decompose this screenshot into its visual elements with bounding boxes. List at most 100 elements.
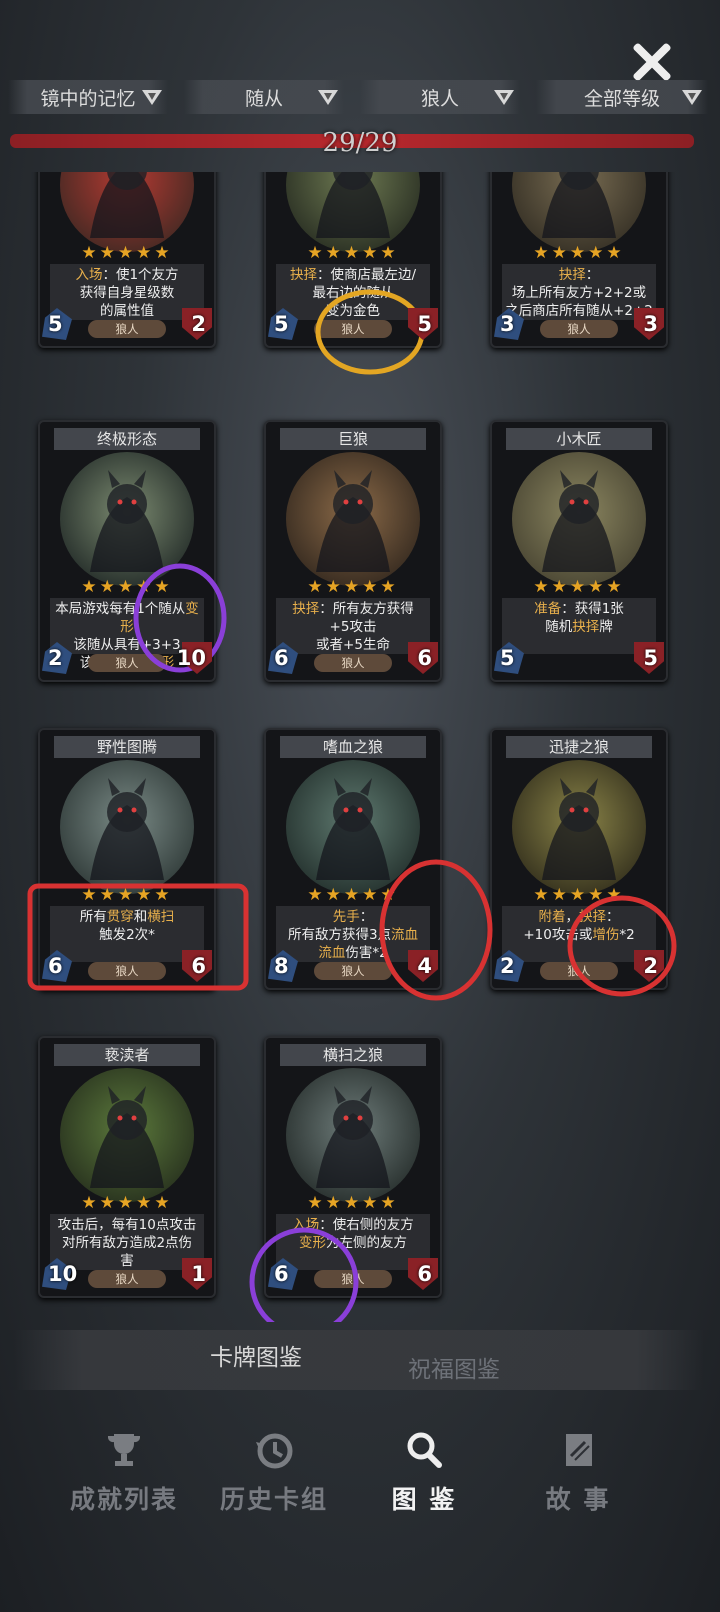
creature-silhouette (542, 172, 616, 238)
filter-set-label: 镜中的记忆 (40, 87, 136, 110)
card[interactable]: 嗜血之狼 ★★★★★ 先手： 所有敌方获得3点流血 流血伤害*2 狼人 8 4 (264, 728, 442, 990)
star-rating: ★★★★★ (81, 1193, 173, 1213)
tab-card-collection[interactable]: 卡牌图鉴 (210, 1338, 302, 1372)
filter-type-label: 随从 (244, 87, 283, 110)
tab-blessing-collection[interactable]: 祝福图鉴 (408, 1350, 500, 1384)
nav-history-label: 历史卡组 (219, 1485, 328, 1514)
filter-set-dropdown[interactable]: 镜中的记忆 (8, 80, 168, 114)
tribe-badge: 狼人 (314, 654, 392, 672)
card-description: 入场：使右侧的友方 变形为左侧的友方 (276, 1214, 430, 1270)
chevron-down-icon (142, 90, 162, 105)
filter-tribe-label: 狼人 (420, 87, 459, 110)
card-art (286, 172, 420, 252)
star-rating: ★★★★★ (307, 243, 399, 263)
star-rating: ★★★★★ (81, 885, 173, 905)
tribe-badge: 狼人 (88, 654, 166, 672)
card-art (286, 452, 420, 586)
card-grid[interactable]: ★★★★★ 入场：使1个友方 获得自身星级数 的属性值 狼人 5 2 ★★★★★ 抉择：使商店最… (0, 172, 720, 1322)
health-value: 6 (191, 954, 206, 978)
card-description: 入场：使1个友方 获得自身星级数 的属性值 (50, 264, 204, 320)
magnifier-icon (407, 1432, 442, 1468)
card-description: 先手： 所有敌方获得3点流血 流血伤害*2 (276, 906, 430, 962)
card-art (60, 452, 194, 586)
creature-silhouette (316, 778, 390, 880)
card-art (60, 760, 194, 894)
tribe-badge: 狼人 (88, 962, 166, 980)
nav-story-label: 故 事 (545, 1485, 611, 1514)
creature-silhouette (90, 470, 164, 572)
card[interactable]: 野性图腾 ★★★★★ 所有贯穿和横扫 触发2次* 狼人 6 6 (38, 728, 216, 990)
filter-tribe-dropdown[interactable]: 狼人 (360, 80, 520, 114)
attack-value: 6 (48, 954, 63, 978)
attack-value: 6 (274, 646, 289, 670)
tribe-badge: 狼人 (314, 962, 392, 980)
star-rating: ★★★★★ (307, 885, 399, 905)
subtab-background (14, 1330, 704, 1390)
filter-type-dropdown[interactable]: 随从 (184, 80, 344, 114)
filter-tier-dropdown[interactable]: 全部等级 (536, 80, 708, 114)
card[interactable]: ★★★★★ 抉择： 场上所有友方+2+2或 之后商店所有随从+2+2 狼人 3 3 (490, 172, 668, 348)
attack-value: 6 (274, 1262, 289, 1286)
card-description: 抉择：使商店最左边/最右边的随从 变为金色 (276, 264, 430, 320)
card-art (512, 172, 646, 252)
card[interactable]: 横扫之狼 ★★★★★ 入场：使右侧的友方 变形为左侧的友方 狼人 6 6 (264, 1036, 442, 1298)
star-rating: ★★★★★ (81, 577, 173, 597)
filter-bar: 镜中的记忆 随从 狼人 全部等级 (8, 80, 712, 116)
star-rating: ★★★★★ (533, 885, 625, 905)
health-value: 6 (417, 1262, 432, 1286)
collection-subtabs: 卡牌图鉴 祝福图鉴 (0, 1330, 720, 1390)
card[interactable]: 小木匠 ★★★★★ 准备：获得1张 随机抉择牌 5 5 (490, 420, 668, 682)
nav-collection[interactable]: 图 鉴 (354, 1430, 494, 1516)
star-rating: ★★★★★ (307, 577, 399, 597)
card-name: 小木匠 (506, 428, 652, 450)
star-rating: ★★★★★ (533, 243, 625, 263)
nav-achievements-label: 成就列表 (69, 1485, 178, 1514)
card-art (60, 172, 194, 252)
close-icon[interactable] (628, 40, 672, 84)
health-value: 6 (417, 646, 432, 670)
history-icon (256, 1433, 293, 1469)
nav-story[interactable]: 故 事 (508, 1430, 648, 1516)
book-icon (566, 1434, 592, 1466)
card-name: 终极形态 (54, 428, 200, 450)
card-name: 迅捷之狼 (506, 736, 652, 758)
card[interactable]: 亵渎者 ★★★★★ 攻击后，每有10点攻击 对所有敌方造成2点伤害狼人 10 1 (38, 1036, 216, 1298)
nav-achievements[interactable]: 成就列表 (54, 1430, 194, 1516)
trophy-icon (108, 1434, 140, 1466)
creature-silhouette (542, 778, 616, 880)
attack-value: 5 (274, 312, 289, 336)
attack-value: 8 (274, 954, 289, 978)
tribe-badge: 狼人 (540, 962, 618, 980)
card-description: 附着，抉择： +10攻击或增伤*2 (502, 906, 656, 962)
chevron-down-icon (682, 90, 702, 105)
card-art (60, 1068, 194, 1202)
card[interactable]: 迅捷之狼 ★★★★★ 附着，抉择： +10攻击或增伤*2 狼人 2 2 (490, 728, 668, 990)
tribe-badge: 狼人 (88, 320, 166, 338)
star-rating: ★★★★★ (533, 577, 625, 597)
card[interactable]: ★★★★★ 入场：使1个友方 获得自身星级数 的属性值 狼人 5 2 (38, 172, 216, 348)
nav-collection-label: 图 鉴 (391, 1485, 457, 1514)
card[interactable]: ★★★★★ 抉择：使商店最左边/最右边的随从 变为金色 狼人 5 5 (264, 172, 442, 348)
health-value: 5 (417, 312, 432, 336)
chevron-down-icon (494, 90, 514, 105)
creature-silhouette (542, 470, 616, 572)
card[interactable]: 巨狼 ★★★★★ 抉择：所有友方获得 +5攻击 或者+5生命 狼人 6 6 (264, 420, 442, 682)
health-value: 3 (643, 312, 658, 336)
card[interactable]: 终极形态★★★★★本局游戏每有1个随从变形该随从具有+3+3该随从不会变形狼人2… (38, 420, 216, 682)
tribe-badge: 狼人 (88, 1270, 166, 1288)
card-name: 横扫之狼 (280, 1044, 426, 1066)
creature-silhouette (90, 1086, 164, 1188)
nav-history-decks[interactable]: 历史卡组 (204, 1430, 344, 1516)
card-name: 巨狼 (280, 428, 426, 450)
card-art (286, 760, 420, 894)
attack-value: 5 (500, 646, 515, 670)
attack-value: 2 (48, 646, 63, 670)
tribe-badge: 狼人 (314, 320, 392, 338)
collection-progress-text: 29/29 (322, 128, 398, 158)
tribe-badge: 狼人 (314, 1270, 392, 1288)
health-value: 2 (643, 954, 658, 978)
card-name: 野性图腾 (54, 736, 200, 758)
star-rating: ★★★★★ (81, 243, 173, 263)
filter-tier-label: 全部等级 (583, 87, 660, 110)
card-art (512, 452, 646, 586)
